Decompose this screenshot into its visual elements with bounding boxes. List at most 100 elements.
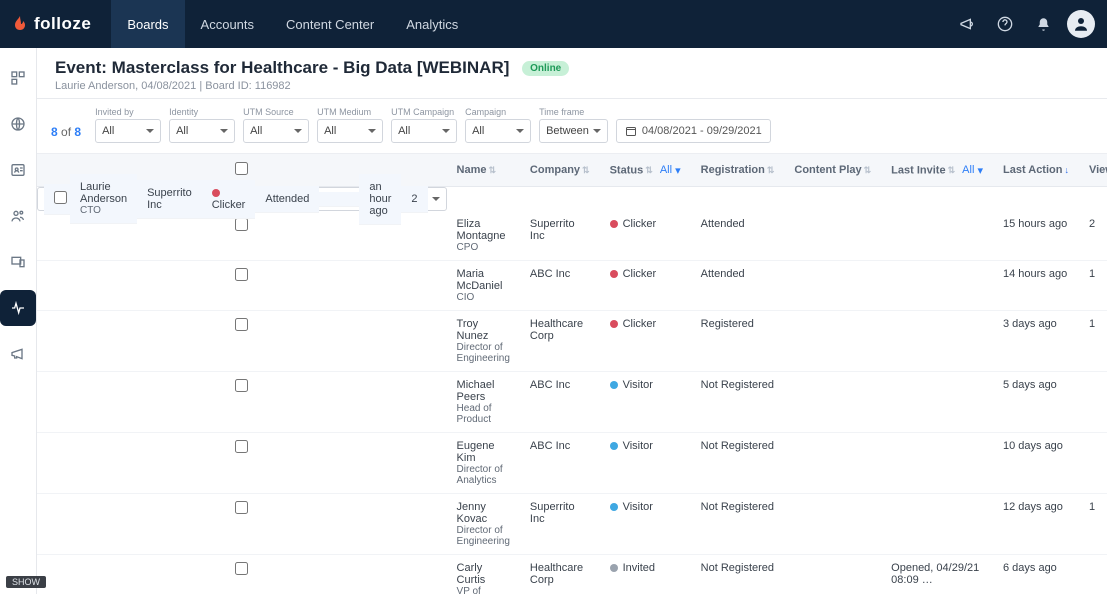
rail-board-icon[interactable] <box>0 60 36 96</box>
cell-status: Clicker <box>600 261 691 311</box>
leads-table: Name⇅ Company⇅ Status⇅ All ▾ Registratio… <box>37 154 1107 594</box>
filter-label: Time frame <box>539 107 608 117</box>
filter-label: Identity <box>169 107 235 117</box>
cell-registration: Registered <box>691 311 785 372</box>
filter-select-4[interactable]: All <box>391 119 457 143</box>
status-pill: Online <box>522 61 569 76</box>
cell-company: ABC Inc <box>520 433 600 494</box>
cell-viewed <box>1079 433 1107 494</box>
brand-logo: folloze <box>12 14 91 34</box>
cell-name: Eugene KimDirector of Analytics <box>447 433 520 494</box>
cell-company: Superrito Inc <box>520 211 600 261</box>
col-company[interactable]: Company⇅ <box>520 154 600 187</box>
cell-last-invite: Opened, 04/29/21 08:09 … <box>881 555 993 594</box>
result-count: 8 of 8 <box>51 125 81 143</box>
table-row[interactable]: Jenny KovacDirector of Engineering Super… <box>37 494 1107 555</box>
cell-content-play <box>319 192 339 207</box>
rail-people-icon[interactable] <box>0 198 36 234</box>
cell-last-invite <box>881 372 993 433</box>
col-last-invite[interactable]: Last Invite⇅ All ▾ <box>881 154 993 187</box>
col-name[interactable]: Name⇅ <box>447 154 520 187</box>
col-status[interactable]: Status⇅ All ▾ <box>600 154 691 187</box>
cell-status: Clicker <box>600 311 691 372</box>
cell-company: Healthcare Corp <box>520 311 600 372</box>
table-row[interactable]: Michael PeersHead of Product ABC Inc Vis… <box>37 372 1107 433</box>
page-subtitle: Laurie Anderson, 04/08/2021 | Board ID: … <box>55 80 291 92</box>
bell-icon[interactable] <box>1029 10 1057 38</box>
cell-registration: Attended <box>691 211 785 261</box>
cell-last-action: 15 hours ago <box>993 211 1079 261</box>
cell-name: Michael PeersHead of Product <box>447 372 520 433</box>
cell-status: Clicker <box>600 211 691 261</box>
cell-name: Jenny KovacDirector of Engineering <box>447 494 520 555</box>
cell-content-play <box>784 494 881 555</box>
table-row[interactable]: Maria McDanielCIO ABC Inc Clicker Attend… <box>37 261 1107 311</box>
col-last-action[interactable]: Last Action↓ <box>993 154 1079 187</box>
brand-name: folloze <box>34 14 91 34</box>
col-viewed[interactable]: Viewed⇅ <box>1079 154 1107 187</box>
cell-name: Carly CurtisVP of Engineering <box>447 555 520 594</box>
filter-select-2[interactable]: All <box>243 119 309 143</box>
row-checkbox[interactable] <box>235 218 248 231</box>
tab-boards[interactable]: Boards <box>111 0 184 48</box>
cell-name: Laurie AndersonCTO <box>70 174 137 224</box>
status-filter-all[interactable]: All ▾ <box>660 164 681 177</box>
filter-label: UTM Source <box>243 107 309 117</box>
help-icon[interactable] <box>991 10 1019 38</box>
flame-icon <box>12 16 28 32</box>
cell-last-invite <box>339 192 359 207</box>
row-checkbox[interactable] <box>235 440 248 453</box>
filter-select-1[interactable]: All <box>169 119 235 143</box>
filter-select-0[interactable]: All <box>95 119 161 143</box>
row-checkbox[interactable] <box>235 501 248 514</box>
rail-contact-icon[interactable] <box>0 152 36 188</box>
cell-viewed <box>1079 555 1107 594</box>
cell-registration: Not Registered <box>691 372 785 433</box>
filter-label: Campaign <box>465 107 531 117</box>
invite-filter-all[interactable]: All ▾ <box>962 164 983 177</box>
tab-accounts[interactable]: Accounts <box>185 0 270 48</box>
tab-analytics[interactable]: Analytics <box>390 0 474 48</box>
filter-label: UTM Medium <box>317 107 383 117</box>
select-all-checkbox[interactable] <box>235 162 248 175</box>
cell-company: Superrito Inc <box>520 494 600 555</box>
cell-last-invite <box>881 261 993 311</box>
tab-content-center[interactable]: Content Center <box>270 0 390 48</box>
row-checkbox[interactable] <box>235 562 248 575</box>
rail-devices-icon[interactable] <box>0 244 36 280</box>
filter-select-3[interactable]: All <box>317 119 383 143</box>
table-row[interactable]: Troy NunezDirector of Engineering Health… <box>37 311 1107 372</box>
filter-bar: 8 of 8 Invited by AllIdentity AllUTM Sou… <box>37 99 1107 154</box>
row-checkbox[interactable] <box>235 318 248 331</box>
col-registration[interactable]: Registration⇅ <box>691 154 785 187</box>
date-range-picker[interactable]: 04/08/2021 - 09/29/2021 <box>616 119 771 143</box>
row-checkbox[interactable] <box>235 379 248 392</box>
cell-last-action: 6 days ago <box>993 555 1079 594</box>
filter-select-6[interactable]: Between <box>539 119 608 143</box>
user-avatar[interactable] <box>1067 10 1095 38</box>
rail-activity-icon[interactable] <box>0 290 36 326</box>
cell-registration: Attended <box>255 186 319 213</box>
cell-company: ABC Inc <box>520 372 600 433</box>
table-row[interactable]: Laurie AndersonCTO Superrito Inc Clicker… <box>37 187 447 211</box>
filter-select-5[interactable]: All <box>465 119 531 143</box>
announce-icon[interactable] <box>953 10 981 38</box>
cell-name: Eliza MontagneCPO <box>447 211 520 261</box>
cell-last-invite <box>881 211 993 261</box>
col-content-play[interactable]: Content Play⇅ <box>784 154 881 187</box>
table-row[interactable]: Eugene KimDirector of Analytics ABC Inc … <box>37 433 1107 494</box>
rail-megaphone-icon[interactable] <box>0 336 36 372</box>
calendar-small-icon <box>625 125 637 137</box>
cell-last-invite <box>881 311 993 372</box>
cell-content-play <box>784 311 881 372</box>
row-checkbox[interactable] <box>235 268 248 281</box>
cell-content-play <box>784 433 881 494</box>
cell-last-invite <box>881 433 993 494</box>
cell-viewed <box>1079 372 1107 433</box>
row-checkbox[interactable] <box>54 191 67 204</box>
cell-registration: Not Registered <box>691 433 785 494</box>
cell-company: ABC Inc <box>520 261 600 311</box>
rail-globe-icon[interactable] <box>0 106 36 142</box>
table-row[interactable]: Carly CurtisVP of Engineering Healthcare… <box>37 555 1107 594</box>
cell-status: Clicker <box>202 180 256 219</box>
